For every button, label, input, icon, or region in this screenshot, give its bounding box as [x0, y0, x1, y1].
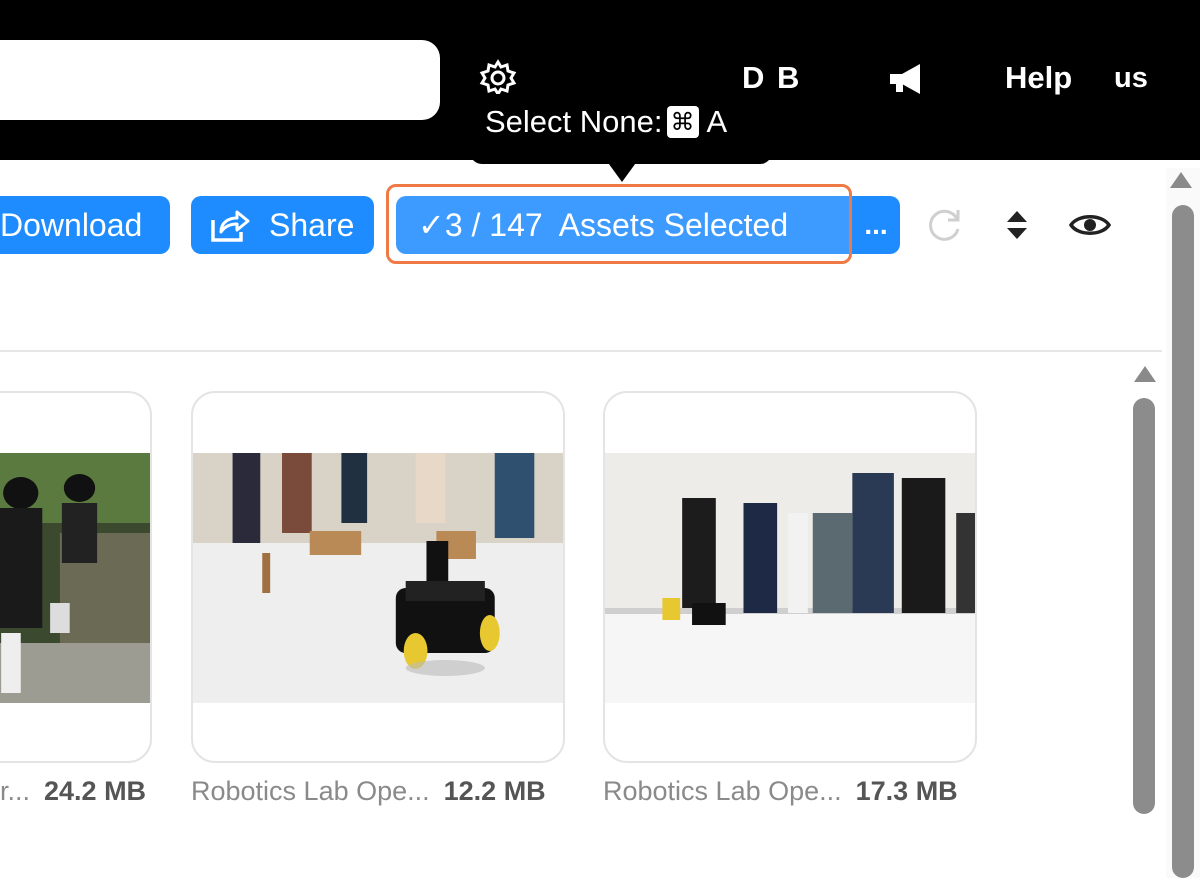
page-scrollbar-thumb[interactable]	[1172, 205, 1194, 878]
asset-card[interactable]	[0, 391, 152, 763]
share-button-label: Share	[269, 206, 355, 243]
tooltip-arrow	[606, 160, 638, 182]
more-options-label: ...	[864, 209, 888, 240]
megaphone-icon[interactable]	[888, 62, 928, 96]
asset-name[interactable]: r...	[0, 776, 30, 807]
asset-caption: Robotics Lab Ope... 12.2 MB	[191, 776, 546, 807]
grid-scrollbar-thumb[interactable]	[1133, 398, 1155, 814]
more-options-button[interactable]: ...	[852, 196, 900, 254]
asset-card[interactable]	[191, 391, 565, 763]
share-button[interactable]: Share	[191, 196, 374, 254]
download-button[interactable]: Download	[0, 196, 170, 254]
search-input[interactable]	[0, 40, 440, 120]
gear-icon[interactable]	[478, 58, 518, 98]
asset-size: 17.3 MB	[855, 776, 958, 806]
asset-size: 24.2 MB	[44, 776, 147, 806]
refresh-icon[interactable]	[924, 205, 964, 245]
selection-highlight	[386, 184, 852, 264]
asset-card[interactable]	[603, 391, 977, 763]
page-scroll-up-icon[interactable]	[1170, 172, 1192, 188]
tooltip-key-letter: A	[706, 104, 728, 139]
asset-caption: Robotics Lab Ope... 17.3 MB	[603, 776, 958, 807]
language-selector[interactable]: us	[1114, 62, 1148, 95]
asset-thumbnail	[0, 453, 150, 703]
user-avatar-initials[interactable]: D B	[742, 60, 801, 96]
asset-size: 12.2 MB	[443, 776, 546, 806]
asset-name[interactable]: Robotics Lab Ope...	[191, 776, 430, 807]
asset-caption: r... 24.2 MB	[0, 776, 146, 807]
tooltip-content: Select None: ⌘ A	[485, 104, 727, 140]
sort-icon[interactable]	[1002, 205, 1032, 245]
download-button-label: Download	[0, 206, 143, 243]
asset-name[interactable]: Robotics Lab Ope...	[603, 776, 842, 807]
command-key-icon: ⌘	[666, 106, 699, 138]
share-icon	[211, 210, 250, 242]
asset-thumbnail	[193, 453, 563, 703]
grid-scroll-up-icon[interactable]	[1134, 366, 1156, 382]
toolbar-divider	[0, 350, 1162, 352]
asset-thumbnail	[605, 453, 975, 703]
help-link[interactable]: Help	[1005, 60, 1072, 96]
eye-icon[interactable]	[1068, 207, 1112, 243]
tooltip-text: Select None:	[485, 104, 663, 139]
